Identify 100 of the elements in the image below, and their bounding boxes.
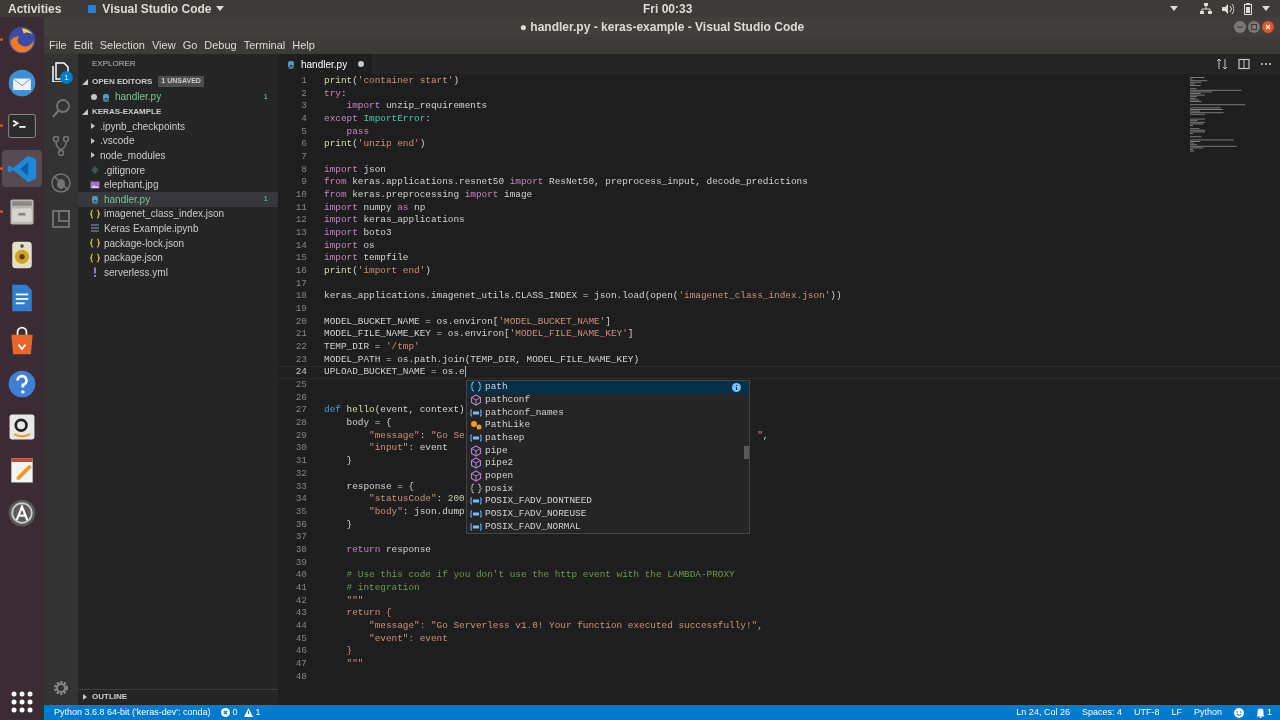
file-tree-item[interactable]: serverless.yml — [78, 264, 278, 280]
battery-icon[interactable] — [1244, 2, 1252, 15]
section-header[interactable]: OPEN EDITORS — [92, 75, 153, 88]
code-line: # Use this code if you don't use the http event with the LAMBDA-PROXY — [345, 569, 735, 582]
file-tree-item[interactable]: imagenet_class_index.json — [78, 206, 278, 222]
code-line: # integration — [345, 581, 420, 595]
status-item[interactable]: UTF-8 — [1133, 705, 1160, 720]
suggestion-item[interactable]: POSIX_FADV_NOREUSE — [467, 507, 749, 521]
split-editor-icon[interactable] — [1238, 58, 1250, 70]
code-line: "statusCode": 200 — [368, 493, 465, 506]
files-icon[interactable] — [50, 60, 72, 82]
smiley-icon[interactable] — [1234, 707, 1244, 718]
file-tree-item[interactable]: .ipynb_checkpoints — [78, 119, 278, 134]
suggestion-item[interactable]: path — [467, 381, 749, 394]
class-icon — [470, 419, 482, 432]
menu-item[interactable]: File — [49, 37, 67, 54]
file-tree-item[interactable]: handler.py 1 — [78, 191, 278, 207]
lines-icon — [90, 223, 100, 234]
line-number: 12 — [294, 214, 307, 228]
braces-icon — [90, 238, 100, 249]
source-control-icon[interactable] — [50, 134, 72, 156]
network-icon[interactable] — [1200, 3, 1212, 14]
suggestion-item[interactable]: pathconf_names — [467, 406, 749, 419]
debug-icon[interactable] — [50, 171, 72, 193]
suggestion-item[interactable]: pipe2 — [467, 457, 749, 470]
line-number: 8 — [300, 163, 307, 177]
code-line: "input": event — [368, 442, 448, 456]
menu-item[interactable]: Selection — [99, 37, 145, 54]
notifications-button[interactable]: 1 — [1256, 705, 1272, 720]
line-number: 23 — [294, 353, 307, 367]
activities-button[interactable]: Activities — [8, 0, 62, 18]
suggestion-item[interactable]: pipe — [467, 444, 749, 458]
suggestion-item[interactable]: pathconf — [467, 393, 749, 407]
menu-item[interactable]: Help — [292, 37, 315, 54]
section-header[interactable]: OUTLINE — [92, 691, 128, 703]
file-tree-item[interactable]: .vscode — [78, 133, 278, 149]
code-line: "event": event — [368, 632, 448, 646]
braces-icon — [470, 482, 482, 495]
close-button[interactable] — [1262, 21, 1274, 33]
extensions-icon[interactable] — [50, 208, 72, 230]
open-editor-item[interactable]: handler.py 1 — [78, 89, 278, 104]
code-line: TEMP_DIR = '/tmp' — [324, 341, 420, 354]
line-number: 32 — [294, 467, 307, 481]
code-line: body = { — [345, 417, 392, 430]
caret-icon[interactable] — [1262, 5, 1270, 12]
menu-item[interactable]: Edit — [73, 37, 93, 54]
minimize-button[interactable] — [1234, 21, 1246, 33]
clock[interactable]: Fri 00:33 — [643, 0, 693, 18]
interpreter-selector[interactable]: Python 3.6.8 64-bit ('keras-dev': conda) — [54, 705, 211, 720]
status-item[interactable]: Spaces: 4 — [1081, 705, 1122, 720]
code-line: import numpy as np — [324, 201, 426, 215]
suggestion-item[interactable]: PathLike — [467, 419, 749, 432]
code-line: } — [345, 518, 353, 532]
status-item[interactable]: Ln 24, Col 26 — [1016, 705, 1070, 720]
line-number: 41 — [294, 581, 307, 595]
line-number: 27 — [294, 404, 307, 418]
suggestion-item[interactable]: POSIX_FADV_NORMAL — [467, 520, 749, 534]
line-number: 33 — [294, 480, 307, 494]
volume-icon[interactable] — [1222, 3, 1234, 14]
info-icon[interactable] — [732, 382, 741, 392]
search-icon[interactable] — [50, 97, 72, 119]
file-tree-item[interactable]: package-lock.json — [78, 235, 278, 251]
suggestion-item[interactable]: POSIX_FADV_DONTNEED — [467, 495, 749, 508]
code-line: keras_applications.imagenet_utils.CLASS_INDEX = json.load(open('imagenet_class_index.json')) — [324, 290, 842, 304]
image-file-icon — [90, 179, 100, 190]
line-number: 6 — [300, 138, 307, 152]
file-tree-item[interactable]: Keras Example.ipynb — [78, 221, 278, 236]
menu-item[interactable]: Go — [182, 37, 198, 54]
scrollbar-thumb[interactable] — [744, 446, 749, 459]
suggestion-item[interactable]: pathsep — [467, 431, 749, 445]
braces-icon — [90, 208, 100, 219]
status-item[interactable]: LF — [1171, 705, 1182, 720]
line-number: 39 — [294, 556, 307, 570]
menu-item[interactable]: Terminal — [243, 37, 286, 54]
file-tree-item[interactable]: .gitignore — [78, 162, 278, 178]
menu-item[interactable]: View — [151, 37, 176, 54]
window-title: ● handler.py - keras-example - Visual Studio Code — [519, 19, 805, 36]
editor-tab[interactable]: handler.py — [278, 54, 373, 74]
file-tree-item[interactable]: package.json — [78, 250, 278, 265]
app-menu[interactable]: Visual Studio Code — [102, 0, 212, 18]
code-line: from keras.preprocessing import image — [324, 189, 533, 202]
file-tree-item[interactable]: elephant.jpg — [78, 177, 278, 192]
menu-item[interactable]: Debug — [204, 37, 237, 54]
code-line: "message": "Go Se — [368, 429, 465, 443]
suggestion-item[interactable]: popen — [467, 469, 749, 483]
caret-icon[interactable] — [1170, 5, 1178, 12]
status-item[interactable]: Python — [1193, 705, 1222, 720]
file-tree-item[interactable]: node_modules — [78, 148, 278, 163]
compare-icon[interactable] — [1216, 58, 1228, 70]
app-grid-icon[interactable] — [10, 690, 34, 714]
python-file-icon — [90, 194, 100, 205]
collapsed-icon — [90, 152, 96, 159]
line-number: 36 — [294, 518, 307, 532]
problems-indicator[interactable]: 0 1 — [220, 705, 261, 720]
suggestion-item[interactable]: posix — [467, 482, 749, 496]
section-header[interactable]: KERAS-EXAMPLE — [92, 105, 162, 118]
diamond-icon — [90, 165, 100, 176]
count-badge: 1 — [60, 71, 73, 84]
text-cursor — [464, 366, 466, 378]
settings-icon[interactable] — [52, 679, 70, 697]
